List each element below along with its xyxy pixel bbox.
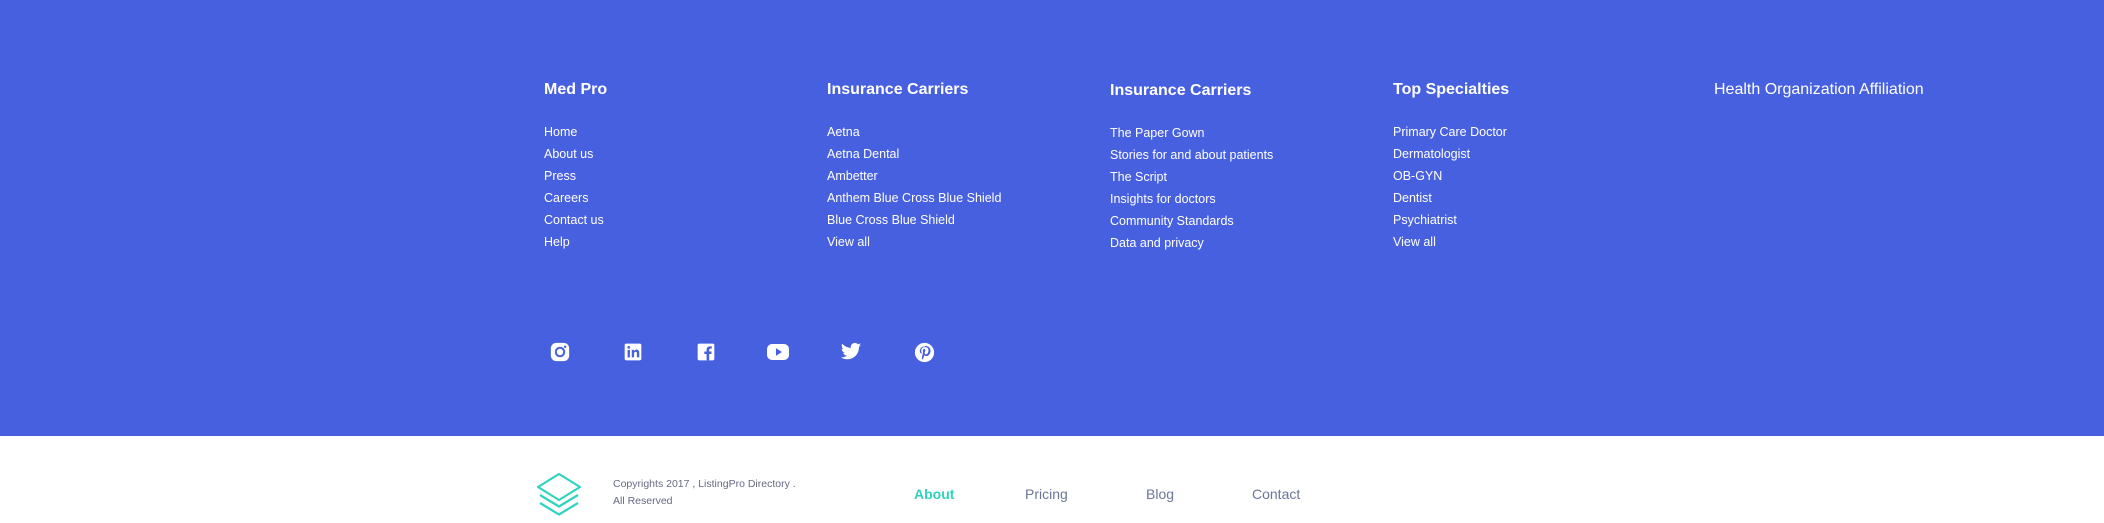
footer-link-insights[interactable]: Insights for doctors bbox=[1110, 191, 1273, 213]
footer-bottom: Copyrights 2017 , ListingPro Directory .… bbox=[0, 436, 2104, 518]
bottom-nav-about[interactable]: About bbox=[914, 486, 954, 502]
footer-column-med-pro: Med Pro Home About us Press Careers Cont… bbox=[544, 80, 607, 256]
facebook-icon[interactable] bbox=[694, 340, 718, 364]
youtube-icon[interactable] bbox=[766, 340, 790, 364]
footer-column-affiliation: Health Organization Affiliation bbox=[1714, 80, 1924, 100]
pinterest-icon[interactable] bbox=[912, 340, 936, 364]
footer-column-top-specialties: Top Specialties Primary Care Doctor Derm… bbox=[1393, 80, 1509, 256]
column-title: Med Pro bbox=[544, 81, 608, 98]
twitter-icon[interactable] bbox=[839, 340, 863, 364]
copyright-line-1: Copyrights 2017 , ListingPro Directory . bbox=[613, 478, 796, 490]
linkedin-icon[interactable] bbox=[621, 340, 645, 364]
copyright-line-2: All Reserved bbox=[613, 495, 673, 507]
layers-logo-icon[interactable] bbox=[536, 472, 582, 518]
footer-link-aetna[interactable]: Aetna bbox=[827, 124, 1001, 146]
copyright: Copyrights 2017 , ListingPro Directory .… bbox=[613, 476, 796, 510]
footer-link-primary-care[interactable]: Primary Care Doctor bbox=[1393, 124, 1509, 146]
column-title: Health Organization Affiliation bbox=[1714, 81, 1924, 98]
bottom-nav-contact[interactable]: Contact bbox=[1252, 486, 1300, 502]
footer-link-home[interactable]: Home bbox=[544, 124, 607, 146]
footer-link-privacy[interactable]: Data and privacy bbox=[1110, 235, 1273, 257]
bottom-nav-blog[interactable]: Blog bbox=[1146, 486, 1174, 502]
footer-link-anthem[interactable]: Anthem Blue Cross Blue Shield bbox=[827, 190, 1001, 212]
footer-link-dermatologist[interactable]: Dermatologist bbox=[1393, 146, 1509, 168]
column-title: Insurance Carriers bbox=[1110, 82, 1252, 99]
footer-link-community[interactable]: Community Standards bbox=[1110, 213, 1273, 235]
footer-link-view-all[interactable]: View all bbox=[827, 234, 1001, 256]
footer-link-the-script[interactable]: The Script bbox=[1110, 169, 1273, 191]
footer-column-insurance-carriers: Insurance Carriers Aetna Aetna Dental Am… bbox=[827, 80, 1001, 256]
footer-link-help[interactable]: Help bbox=[544, 234, 607, 256]
footer-column-insurance-carriers-2: Insurance Carriers The Paper Gown Storie… bbox=[1110, 81, 1273, 257]
column-title: Insurance Carriers bbox=[827, 81, 969, 98]
instagram-icon[interactable] bbox=[548, 340, 572, 364]
bottom-nav-pricing[interactable]: Pricing bbox=[1025, 486, 1068, 502]
footer-top: Med Pro Home About us Press Careers Cont… bbox=[0, 0, 2104, 436]
footer-link-careers[interactable]: Careers bbox=[544, 190, 607, 212]
column-title: Top Specialties bbox=[1393, 81, 1510, 98]
footer-link-psychiatrist[interactable]: Psychiatrist bbox=[1393, 212, 1509, 234]
footer-link-contact-us[interactable]: Contact us bbox=[544, 212, 607, 234]
footer-link-about-us[interactable]: About us bbox=[544, 146, 607, 168]
footer-link-ambetter[interactable]: Ambetter bbox=[827, 168, 1001, 190]
footer-link-dentist[interactable]: Dentist bbox=[1393, 190, 1509, 212]
footer-link-aetna-dental[interactable]: Aetna Dental bbox=[827, 146, 1001, 168]
footer-link-ob-gyn[interactable]: OB-GYN bbox=[1393, 168, 1509, 190]
footer-link-bcbs[interactable]: Blue Cross Blue Shield bbox=[827, 212, 1001, 234]
footer-link-stories[interactable]: Stories for and about patients bbox=[1110, 147, 1273, 169]
footer-link-view-all-specialties[interactable]: View all bbox=[1393, 234, 1509, 256]
footer-link-press[interactable]: Press bbox=[544, 168, 607, 190]
footer-link-paper-gown[interactable]: The Paper Gown bbox=[1110, 125, 1273, 147]
